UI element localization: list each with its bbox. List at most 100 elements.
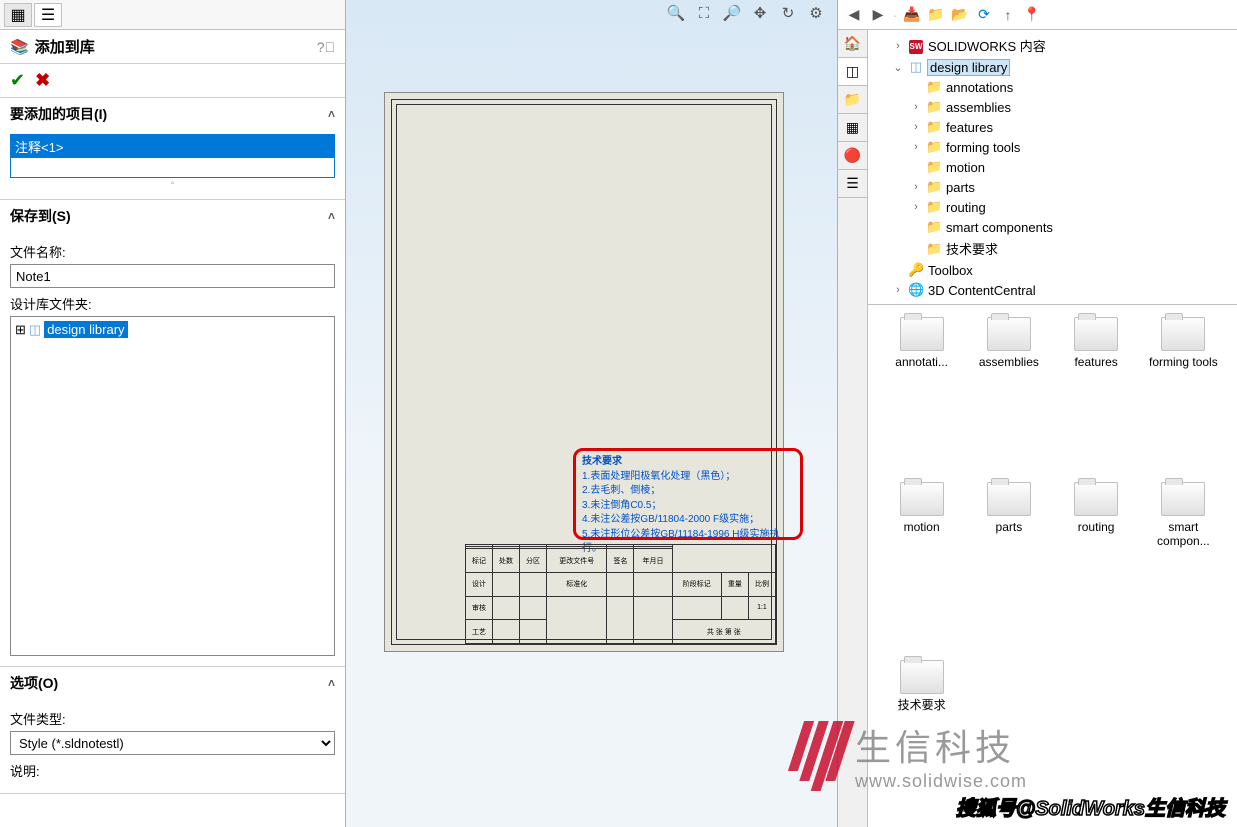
tree-annotations[interactable]: 📁annotations <box>874 77 1231 97</box>
tree-smart-components[interactable]: 📁smart components <box>874 217 1231 237</box>
tree-motion[interactable]: 📁motion <box>874 157 1231 177</box>
add-to-library-icon: 📚 <box>10 38 29 56</box>
folder-icon: 📁 <box>926 179 942 195</box>
task-pane-toolbar: ◀ ▶ · 📥 📁 📂 ⟳ ↑ 📍 <box>838 0 1237 30</box>
filetype-select[interactable]: Style (*.sldnotestl) <box>10 731 335 755</box>
tree-sw-content[interactable]: › SW SOLIDWORKS 内容 <box>874 34 1231 57</box>
folder-icon <box>900 317 944 351</box>
items-listbox[interactable]: 注释<1> <box>10 134 335 178</box>
library-icon: ◫ <box>908 59 924 75</box>
tab-file-explorer[interactable]: 📁 <box>838 86 867 114</box>
title-block: 标记处数分区更改文件号签名年月日 设计标准化阶段标记重量比例 审核1:1 工艺共… <box>465 544 776 644</box>
cancel-button[interactable]: ✖ <box>35 70 50 91</box>
folder-routing[interactable]: routing <box>1055 482 1138 651</box>
filename-label: 文件名称: <box>10 242 335 261</box>
tab-custom-props[interactable]: ☰ <box>838 170 867 198</box>
folder-icon: 📁 <box>926 99 942 115</box>
techreq-l3: 3.未注倒角C0.5； <box>582 499 794 514</box>
tree-design-library[interactable]: ⌄ ◫ design library <box>874 57 1231 77</box>
folder-icon: 📁 <box>926 219 942 235</box>
section-options-header[interactable]: 选项(O) ˄ <box>0 667 345 699</box>
zoom-prev-icon[interactable]: 🔎 <box>721 2 743 24</box>
tree-assemblies[interactable]: ›📁assemblies <box>874 97 1231 117</box>
pan-icon[interactable]: ✥ <box>749 2 771 24</box>
folder-assemblies[interactable]: assemblies <box>967 317 1050 472</box>
filetype-label: 文件类型: <box>10 709 335 728</box>
tab-home[interactable]: 🏠 <box>838 30 867 58</box>
tree-toolbox[interactable]: 🔑Toolbox <box>874 260 1231 280</box>
new-folder-icon[interactable]: 📁 <box>926 5 946 25</box>
help-icon[interactable]: ?⃝ <box>317 39 335 55</box>
folder-smart-components[interactable]: smart compon... <box>1142 482 1225 651</box>
left-tab-bar: ▦ ☰ <box>0 0 345 30</box>
tree-features[interactable]: ›📁features <box>874 117 1231 137</box>
ok-button[interactable]: ✔ <box>10 70 25 91</box>
up-icon[interactable]: ↑ <box>998 5 1018 25</box>
resizer-handle[interactable]: ◦ <box>10 178 335 189</box>
globe-icon: 🌐 <box>908 282 924 298</box>
desc-label: 说明: <box>10 761 335 780</box>
tab-appearances[interactable]: 🔴 <box>838 142 867 170</box>
library-folder-tree[interactable]: ⊞ ◫ design library <box>10 316 335 656</box>
tab-view-palette[interactable]: ▦ <box>838 114 867 142</box>
folder-icon <box>987 482 1031 516</box>
panel-title: 添加到库 <box>35 36 95 57</box>
expand-icon[interactable]: ⊞ <box>15 322 26 338</box>
section-save-header[interactable]: 保存到(S) ˄ <box>0 200 345 232</box>
library-icon: ◫ <box>29 322 41 338</box>
open-icon[interactable]: 📂 <box>950 5 970 25</box>
tree-routing[interactable]: ›📁routing <box>874 197 1231 217</box>
folder-icon <box>987 317 1031 351</box>
pin-icon[interactable]: 📍 <box>1022 5 1042 25</box>
section-save: 保存到(S) ˄ 文件名称: 设计库文件夹: ⊞ ◫ design librar… <box>0 200 345 667</box>
panel-header: 📚 添加到库 ?⃝ <box>0 30 345 64</box>
task-pane: ◀ ▶ · 📥 📁 📂 ⟳ ↑ 📍 🏠 ◫ 📁 ▦ 🔴 ☰ › SW SOLID… <box>837 0 1237 827</box>
collapse-icon[interactable]: ⌄ <box>892 61 904 74</box>
drawing-sheet[interactable]: 技术要求 1.表面处理阳极氧化处理（黑色）； 2.去毛刺、倒棱； 3.未注倒角C… <box>384 92 784 652</box>
expand-icon[interactable]: › <box>892 40 904 52</box>
forward-icon[interactable]: ▶ <box>868 5 888 25</box>
folder-motion[interactable]: motion <box>880 482 963 651</box>
tab-feature-manager[interactable]: ▦ <box>4 3 32 27</box>
folder-icon <box>1161 317 1205 351</box>
zoom-fit-icon[interactable]: 🔍 <box>665 2 687 24</box>
folder-features[interactable]: features <box>1055 317 1138 472</box>
folder-forming-tools[interactable]: forming tools <box>1142 317 1225 472</box>
refresh-icon[interactable]: ⟳ <box>974 5 994 25</box>
tab-property-manager[interactable]: ☰ <box>34 3 62 27</box>
property-manager-panel: ▦ ☰ 📚 添加到库 ?⃝ ✔ ✖ 要添加的项目(I) ˄ 注释<1> ◦ 保存… <box>0 0 346 827</box>
zoom-area-icon[interactable]: ⛶ <box>693 2 715 24</box>
section-items-header[interactable]: 要添加的项目(I) ˄ <box>0 98 345 130</box>
lib-tree-item[interactable]: design library <box>44 321 127 338</box>
section-options: 选项(O) ˄ 文件类型: Style (*.sldnotestl) 说明: <box>0 667 345 794</box>
chevron-up-icon: ˄ <box>328 209 335 223</box>
filename-input[interactable] <box>10 264 335 288</box>
view-toolbar: 🔍 ⛶ 🔎 ✥ ↻ ⚙ <box>665 2 827 24</box>
techreq-l1: 1.表面处理阳极氧化处理（黑色）； <box>582 470 794 485</box>
rotate-icon[interactable]: ↻ <box>777 2 799 24</box>
task-pane-tabs: 🏠 ◫ 📁 ▦ 🔴 ☰ <box>838 30 868 827</box>
folder-icon <box>900 482 944 516</box>
folder-grid: annotati... assemblies features forming … <box>868 304 1237 827</box>
tab-design-library[interactable]: ◫ <box>838 58 867 86</box>
tree-forming-tools[interactable]: ›📁forming tools <box>874 137 1231 157</box>
folder-icon: 📁 <box>926 159 942 175</box>
technical-requirements-note[interactable]: 技术要求 1.表面处理阳极氧化处理（黑色）； 2.去毛刺、倒棱； 3.未注倒角C… <box>573 448 803 540</box>
folder-annotations[interactable]: annotati... <box>880 317 963 472</box>
tree-parts[interactable]: ›📁parts <box>874 177 1231 197</box>
folder-tech-req[interactable]: 技术要求 <box>880 660 963 815</box>
back-icon[interactable]: ◀ <box>844 5 864 25</box>
view-settings-icon[interactable]: ⚙ <box>805 2 827 24</box>
design-library-tree[interactable]: › SW SOLIDWORKS 内容 ⌄ ◫ design library 📁a… <box>868 30 1237 304</box>
confirm-row: ✔ ✖ <box>0 64 345 98</box>
tree-3d-contentcentral[interactable]: ›🌐3D ContentCentral <box>874 280 1231 300</box>
folder-icon: 📁 <box>926 139 942 155</box>
selected-item[interactable]: 注释<1> <box>11 135 334 158</box>
tree-tech-req[interactable]: 📁技术要求 <box>874 237 1231 260</box>
techreq-l2: 2.去毛刺、倒棱； <box>582 484 794 499</box>
credit-text: 搜狐号@SolidWorks生信科技 <box>956 792 1225 821</box>
folder-parts[interactable]: parts <box>967 482 1050 651</box>
add-to-library-icon[interactable]: 📥 <box>902 5 922 25</box>
graphics-area[interactable]: 🔍 ⛶ 🔎 ✥ ↻ ⚙ 技术要求 1.表面处理阳极氧化处理（黑色）； 2.去毛刺… <box>346 0 837 827</box>
key-icon: 🔑 <box>908 262 924 278</box>
